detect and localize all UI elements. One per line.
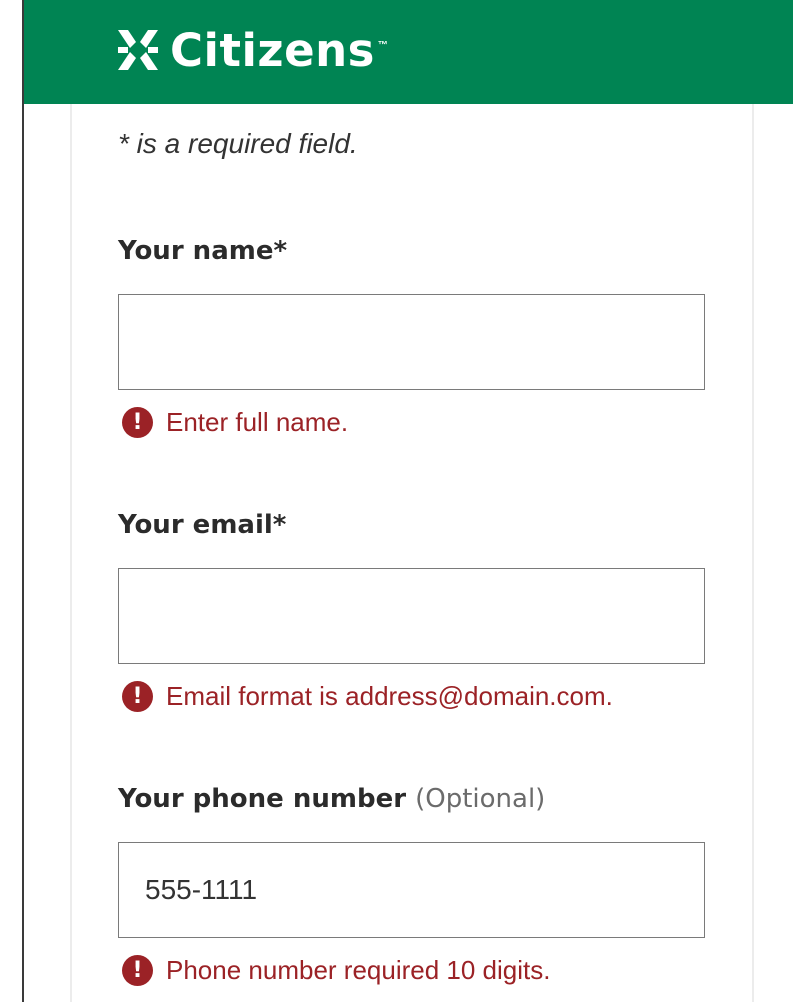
phone-label: Your phone number (Optional) <box>118 784 545 814</box>
name-label: Your name* <box>118 236 287 266</box>
trademark-symbol: ™ <box>377 40 388 51</box>
name-error: ! Enter full name. <box>122 406 348 438</box>
name-error-text: Enter full name. <box>166 406 349 437</box>
error-exclamation-icon: ! <box>122 406 153 438</box>
brand-name: Citizens <box>170 23 375 77</box>
error-exclamation-icon: ! <box>122 680 153 712</box>
error-exclamation-icon: ! <box>122 954 153 986</box>
optional-indicator: (Optional) <box>415 784 546 814</box>
email-error: ! Email format is address@domain.com. <box>122 680 613 712</box>
name-label-text: Your name* <box>118 236 288 266</box>
citizens-logo-icon <box>118 30 158 70</box>
phone-error: ! Phone number required 10 digits. <box>122 954 550 986</box>
email-input[interactable] <box>118 568 705 664</box>
email-label-text: Your email* <box>118 510 287 540</box>
required-field-note: * is a required field. <box>118 128 358 159</box>
email-label: Your email* <box>118 510 286 540</box>
window-edge <box>22 0 24 1002</box>
brand-logo[interactable]: Citizens ™ <box>116 20 388 80</box>
phone-label-text: Your phone number <box>118 784 407 814</box>
name-input[interactable] <box>118 294 705 390</box>
email-error-text: Email format is address@domain.com. <box>166 680 613 711</box>
page: Citizens ™ * is a required field. Your n… <box>0 0 793 1002</box>
phone-input[interactable] <box>118 842 705 938</box>
phone-error-text: Phone number required 10 digits. <box>166 954 551 985</box>
